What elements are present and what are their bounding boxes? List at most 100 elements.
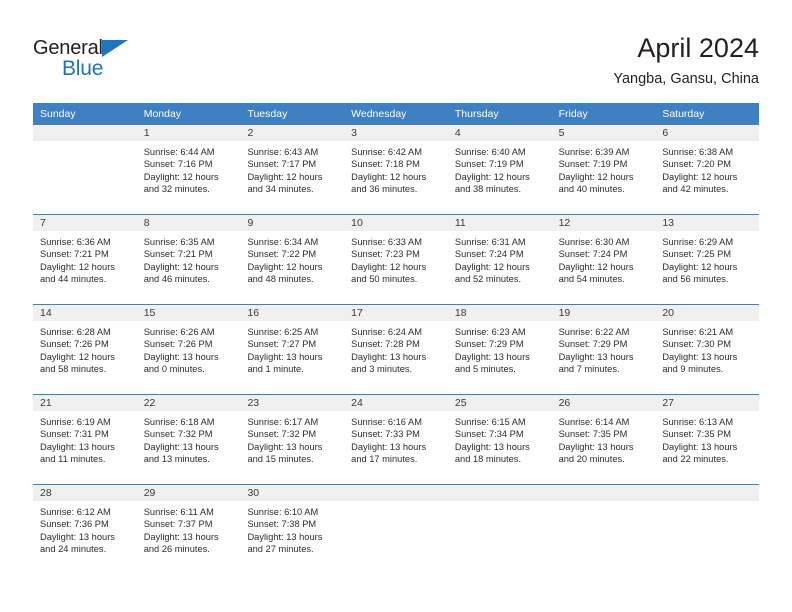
daylight-duration-line2: and 24 minutes. — [40, 544, 107, 555]
calendar-day-cell[interactable]: 15 Sunrise: 6:26 AM Sunset: 7:26 PM Dayligh… — [136, 305, 241, 394]
sunrise-time: Sunrise: 6:30 AM — [558, 237, 630, 247]
page-title: April 2024 — [637, 33, 759, 63]
sunrise-time: Sunrise: 6:36 AM — [40, 237, 111, 247]
calendar-day-cell[interactable]: 14 Sunrise: 6:28 AM Sunset: 7:26 PM Dayligh… — [33, 305, 137, 394]
calendar-day-cell[interactable]: 24 Sunrise: 6:16 AM Sunset: 7:33 PM Dayligh… — [344, 395, 448, 484]
day-number-band: 13 — [655, 215, 760, 232]
daylight-duration-line2: and 3 minutes. — [351, 364, 413, 375]
daylight-duration-line1: Daylight: 12 hours — [247, 171, 323, 182]
sunset-time: Sunset: 7:30 PM — [662, 339, 732, 350]
day-details: Sunrise: 6:24 AM Sunset: 7:28 PM Daylight:… — [344, 322, 448, 376]
calendar-day-cell[interactable]: 12 Sunrise: 6:30 AM Sunset: 7:24 PM Dayligh… — [551, 215, 656, 304]
calendar-day-cell[interactable]: 23 Sunrise: 6:17 AM Sunset: 7:32 PM Dayligh… — [240, 395, 345, 484]
day-number-band — [33, 125, 137, 142]
page-header: General Blue April 2024 Yangba, Gansu, C… — [0, 0, 792, 102]
daylight-duration-line1: Daylight: 13 hours — [247, 441, 323, 452]
title-block: April 2024 Yangba, Gansu, China — [613, 32, 759, 89]
calendar-day-cell[interactable]: 16 Sunrise: 6:25 AM Sunset: 7:27 PM Dayligh… — [240, 305, 345, 394]
calendar-day-cell[interactable]: 19 Sunrise: 6:22 AM Sunset: 7:29 PM Dayligh… — [551, 305, 656, 394]
daylight-duration-line1: Daylight: 12 hours — [351, 171, 427, 182]
calendar-week-row: 21 Sunrise: 6:19 AM Sunset: 7:31 PM Dayligh… — [33, 394, 760, 484]
calendar-day-cell[interactable]: 22 Sunrise: 6:18 AM Sunset: 7:32 PM Dayligh… — [136, 395, 241, 484]
calendar-day-cell[interactable]: 9 Sunrise: 6:34 AM Sunset: 7:22 PM Daylight… — [240, 215, 345, 304]
day-details — [33, 142, 137, 146]
sunrise-time: Sunrise: 6:11 AM — [143, 507, 214, 517]
general-blue-logo[interactable]: General Blue — [33, 37, 153, 81]
calendar-day-cell[interactable]: 29 Sunrise: 6:11 AM Sunset: 7:37 PM Dayligh… — [136, 485, 241, 574]
daylight-duration-line1: Daylight: 12 hours — [247, 261, 323, 272]
page-subtitle-location: Yangba, Gansu, China — [613, 71, 759, 87]
calendar-day-cell[interactable]: 4 Sunrise: 6:40 AM Sunset: 7:19 PM Daylight… — [447, 125, 552, 214]
calendar-day-cell[interactable]: 5 Sunrise: 6:39 AM Sunset: 7:19 PM Daylight… — [551, 125, 656, 214]
calendar-day-cell[interactable]: 2 Sunrise: 6:43 AM Sunset: 7:17 PM Daylight… — [240, 125, 345, 214]
calendar-day-cell[interactable]: 20 Sunrise: 6:21 AM Sunset: 7:30 PM Dayligh… — [655, 305, 760, 394]
sunset-time: Sunset: 7:35 PM — [662, 429, 732, 440]
sunrise-time: Sunrise: 6:15 AM — [454, 417, 526, 427]
day-details — [655, 502, 759, 506]
calendar-day-cell[interactable]: 8 Sunrise: 6:35 AM Sunset: 7:21 PM Daylight… — [136, 215, 241, 304]
day-number-band: 11 — [447, 215, 552, 232]
day-details: Sunrise: 6:30 AM Sunset: 7:24 PM Daylight:… — [552, 232, 656, 286]
calendar-day-cell[interactable]: 13 Sunrise: 6:29 AM Sunset: 7:25 PM Dayligh… — [655, 215, 760, 304]
day-details: Sunrise: 6:44 AM Sunset: 7:16 PM Daylight:… — [137, 142, 241, 196]
weekday-header-wednesday: Wednesday — [351, 108, 407, 120]
daylight-duration-line1: Daylight: 12 hours — [558, 171, 634, 182]
daylight-duration-line2: and 11 minutes. — [40, 454, 106, 465]
sunset-time: Sunset: 7:24 PM — [454, 249, 524, 260]
day-details: Sunrise: 6:26 AM Sunset: 7:26 PM Daylight:… — [137, 322, 241, 376]
daylight-duration-line2: and 38 minutes. — [454, 184, 522, 195]
sunrise-time: Sunrise: 6:35 AM — [143, 237, 215, 247]
daylight-duration-line2: and 17 minutes. — [351, 454, 418, 465]
calendar-week-row: 1 Sunrise: 6:44 AM Sunset: 7:16 PM Daylight… — [33, 125, 760, 214]
day-details: Sunrise: 6:35 AM Sunset: 7:21 PM Daylight:… — [137, 232, 241, 286]
daylight-duration-line2: and 52 minutes. — [454, 274, 522, 285]
daylight-duration-line1: Daylight: 13 hours — [143, 441, 219, 452]
sunset-time: Sunset: 7:21 PM — [143, 249, 213, 260]
sunset-time: Sunset: 7:29 PM — [454, 339, 524, 350]
day-number: 13 — [662, 217, 674, 229]
calendar-day-cell[interactable]: 21 Sunrise: 6:19 AM Sunset: 7:31 PM Dayligh… — [33, 395, 137, 484]
calendar-day-cell[interactable]: 17 Sunrise: 6:24 AM Sunset: 7:28 PM Dayligh… — [344, 305, 448, 394]
day-number-band: 28 — [33, 485, 137, 502]
calendar-day-cell[interactable]: 27 Sunrise: 6:13 AM Sunset: 7:35 PM Dayligh… — [655, 395, 760, 484]
calendar-day-cell[interactable]: 28 Sunrise: 6:12 AM Sunset: 7:36 PM Dayligh… — [33, 485, 137, 574]
calendar-day-cell[interactable]: 30 Sunrise: 6:10 AM Sunset: 7:38 PM Dayligh… — [240, 485, 345, 574]
daylight-duration-line1: Daylight: 13 hours — [558, 351, 634, 362]
sunset-time: Sunset: 7:17 PM — [247, 159, 317, 170]
day-details — [552, 502, 656, 506]
daylight-duration-line1: Daylight: 12 hours — [558, 261, 634, 272]
day-number-band: 8 — [136, 215, 241, 232]
calendar-day-cell[interactable]: 6 Sunrise: 6:38 AM Sunset: 7:20 PM Daylight… — [655, 125, 760, 214]
sunrise-time: Sunrise: 6:25 AM — [247, 327, 319, 337]
calendar-day-cell[interactable]: 10 Sunrise: 6:33 AM Sunset: 7:23 PM Dayligh… — [344, 215, 448, 304]
calendar-day-cell[interactable]: 25 Sunrise: 6:15 AM Sunset: 7:34 PM Dayligh… — [447, 395, 552, 484]
sunrise-time: Sunrise: 6:10 AM — [247, 507, 319, 517]
calendar-day-cell[interactable]: 7 Sunrise: 6:36 AM Sunset: 7:21 PM Daylight… — [33, 215, 137, 304]
day-number: 17 — [351, 307, 363, 319]
daylight-duration-line2: and 15 minutes. — [247, 454, 314, 465]
day-details: Sunrise: 6:23 AM Sunset: 7:29 PM Daylight:… — [448, 322, 552, 376]
calendar-day-cell-empty — [33, 125, 137, 214]
day-number-band: 10 — [344, 215, 448, 232]
day-number: 29 — [143, 487, 156, 499]
day-number-band: 17 — [344, 305, 448, 322]
sunset-time: Sunset: 7:38 PM — [247, 519, 317, 530]
day-number-band — [655, 485, 760, 502]
calendar-day-cell[interactable]: 18 Sunrise: 6:23 AM Sunset: 7:29 PM Dayligh… — [447, 305, 552, 394]
day-details: Sunrise: 6:11 AM Sunset: 7:37 PM Daylight:… — [137, 502, 241, 556]
sunrise-time: Sunrise: 6:34 AM — [247, 237, 319, 247]
day-details: Sunrise: 6:16 AM Sunset: 7:33 PM Daylight:… — [344, 412, 448, 466]
sunset-time: Sunset: 7:33 PM — [351, 429, 420, 440]
calendar-day-cell[interactable]: 1 Sunrise: 6:44 AM Sunset: 7:16 PM Daylight… — [136, 125, 241, 214]
day-number-band: 6 — [655, 125, 760, 142]
day-number: 18 — [454, 307, 467, 319]
week-inner: 7 Sunrise: 6:36 AM Sunset: 7:21 PM Daylight… — [33, 215, 760, 304]
day-number: 2 — [247, 127, 254, 139]
calendar-day-cell[interactable]: 11 Sunrise: 6:31 AM Sunset: 7:24 PM Dayligh… — [447, 215, 552, 304]
calendar-day-cell[interactable]: 26 Sunrise: 6:14 AM Sunset: 7:35 PM Dayligh… — [551, 395, 656, 484]
day-number: 3 — [351, 127, 357, 139]
calendar-day-cell[interactable]: 3 Sunrise: 6:42 AM Sunset: 7:18 PM Daylight… — [344, 125, 448, 214]
sunset-time: Sunset: 7:32 PM — [247, 429, 317, 440]
day-number: 7 — [40, 217, 46, 229]
daylight-duration-line2: and 22 minutes. — [662, 454, 729, 465]
